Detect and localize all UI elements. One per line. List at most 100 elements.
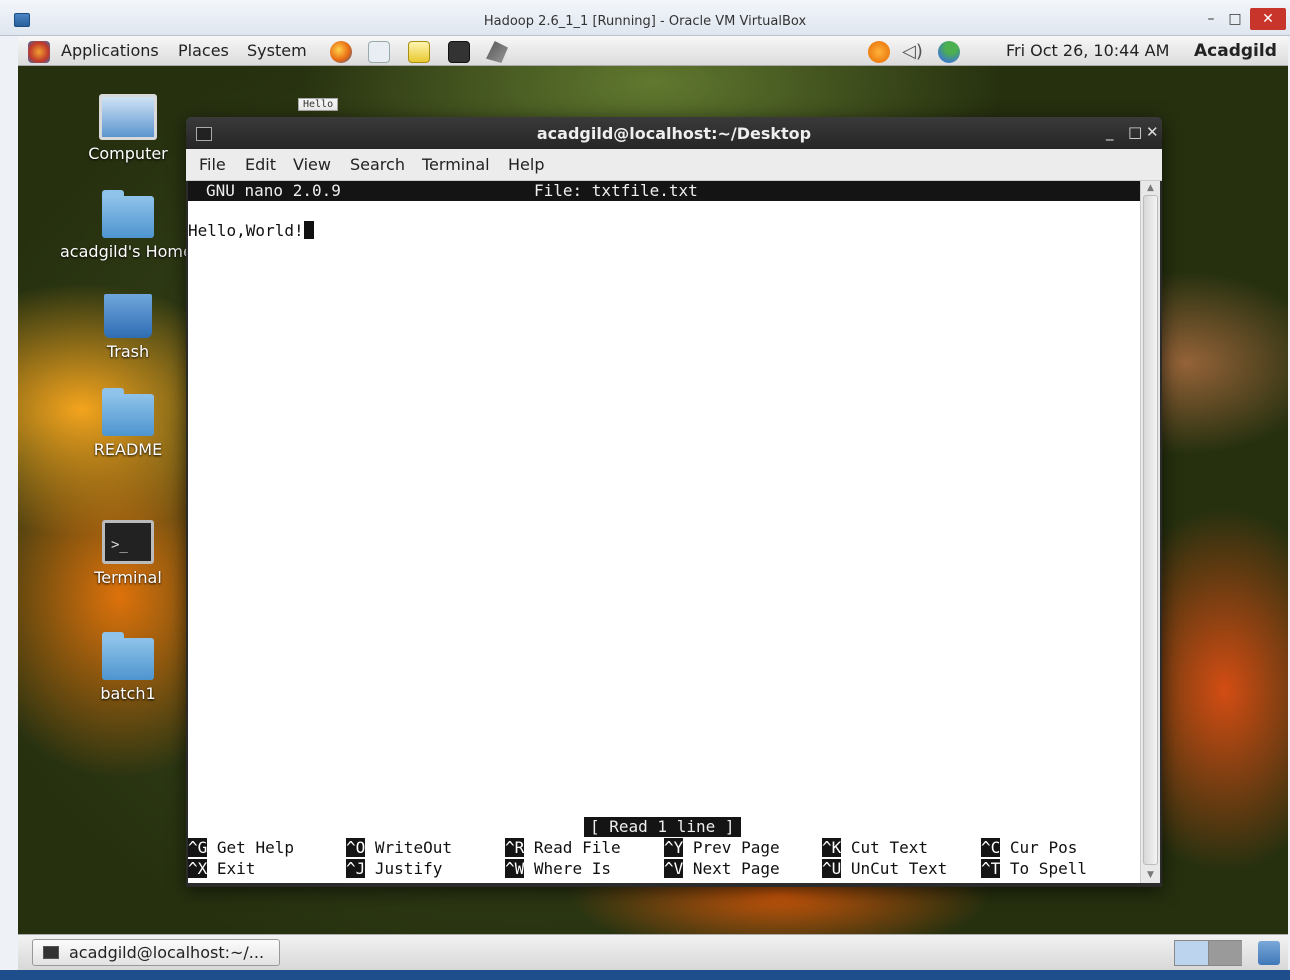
taskbar-button-label: acadgild@localhost:~/... bbox=[69, 943, 265, 962]
terminal-menubar: File Edit View Search Terminal Help bbox=[186, 149, 1162, 181]
shortcut-key: ^O bbox=[346, 838, 366, 857]
shortcut-writeout: ^O WriteOut bbox=[346, 838, 452, 858]
desktop-icon-readme[interactable]: README bbox=[58, 388, 198, 459]
vbox-titlebar: Hadoop 2.6_1_1 [Running] - Oracle VM Vir… bbox=[0, 0, 1290, 36]
vbox-maximize-button[interactable]: □ bbox=[1222, 10, 1248, 30]
shortcut-key: ^T bbox=[981, 859, 1001, 878]
shortcut-label: UnCut Text bbox=[850, 859, 948, 878]
bottom-panel: acadgild@localhost:~/... bbox=[18, 934, 1288, 970]
menu-places[interactable]: Places bbox=[178, 41, 229, 60]
shortcut-key: ^W bbox=[505, 859, 525, 878]
desktop-icon-label: batch1 bbox=[100, 684, 156, 703]
vbox-left-border bbox=[0, 36, 18, 970]
home-folder-icon bbox=[102, 190, 154, 238]
shortcut-key: ^U bbox=[822, 859, 842, 878]
terminal-window: acadgild@localhost:~/Desktop _ □ ✕ File … bbox=[186, 117, 1162, 887]
shortcut-label: Where Is bbox=[533, 859, 611, 878]
desktop-mini-note[interactable]: Hello bbox=[298, 98, 339, 111]
shortcut-key: ^J bbox=[346, 859, 366, 878]
shortcut-label: To Spell bbox=[1009, 859, 1087, 878]
desktop-icon-label: Trash bbox=[106, 342, 150, 361]
desktop-icon-terminal[interactable]: >_ Terminal bbox=[58, 520, 198, 587]
desktop-icon-computer[interactable]: Computer bbox=[58, 94, 198, 163]
menu-applications[interactable]: Applications bbox=[61, 41, 159, 60]
terminal-titlebar[interactable]: acadgild@localhost:~/Desktop _ □ ✕ bbox=[186, 117, 1162, 149]
editor-text-line[interactable]: Hello,World! bbox=[188, 221, 314, 241]
panel-user-name[interactable]: Acadgild bbox=[1194, 41, 1277, 61]
terminal-menu-search[interactable]: Search bbox=[350, 155, 405, 174]
guest-desktop: Applications Places System ◁) Fri Oct 26… bbox=[18, 36, 1288, 970]
shortcut-read-file: ^R Read File bbox=[505, 838, 621, 858]
terminal-close-button[interactable]: ✕ bbox=[1146, 123, 1159, 141]
nano-file-name: File: txtfile.txt bbox=[534, 181, 698, 200]
terminal-task-icon bbox=[43, 946, 59, 959]
shortcut-where-is: ^W Where Is bbox=[505, 859, 611, 879]
desktop-icon-label: Terminal bbox=[94, 568, 162, 587]
shortcut-cur-pos: ^C Cur Pos bbox=[981, 838, 1077, 858]
nano-version: GNU nano 2.0.9 bbox=[206, 181, 341, 200]
shortcut-label: Next Page bbox=[692, 859, 780, 878]
workspace-2[interactable] bbox=[1209, 941, 1242, 965]
shortcut-label: Exit bbox=[216, 859, 256, 878]
terminal-maximize-button[interactable]: □ bbox=[1128, 123, 1142, 141]
shortcut-cut-text: ^K Cut Text bbox=[822, 838, 928, 858]
trash-icon bbox=[104, 294, 152, 338]
vbox-minimize-button[interactable]: – bbox=[1198, 10, 1224, 30]
taskbar-terminal-button[interactable]: acadgild@localhost:~/... bbox=[32, 939, 280, 966]
dolphin-icon[interactable] bbox=[486, 41, 508, 63]
shortcut-label: Prev Page bbox=[692, 838, 780, 857]
terminal-menu-file[interactable]: File bbox=[199, 155, 226, 174]
terminal-scrollbar[interactable]: ▲ ▼ bbox=[1140, 181, 1160, 883]
terminal-menu-edit[interactable]: Edit bbox=[245, 155, 276, 174]
desktop-icon-batch1[interactable]: batch1 bbox=[58, 632, 198, 703]
shortcut-label: Cut Text bbox=[850, 838, 928, 857]
shortcut-label: Justify bbox=[374, 859, 443, 878]
shortcut-exit: ^X Exit bbox=[188, 859, 255, 879]
shortcut-key: ^V bbox=[664, 859, 684, 878]
desktop-icon-home[interactable]: acadgild's Home bbox=[58, 190, 198, 261]
shortcut-label: Cur Pos bbox=[1009, 838, 1078, 857]
applications-menu-icon bbox=[28, 41, 50, 63]
workspace-1[interactable] bbox=[1175, 941, 1209, 965]
vbox-window-title: Hadoop 2.6_1_1 [Running] - Oracle VM Vir… bbox=[483, 14, 807, 29]
network-icon[interactable] bbox=[938, 41, 960, 63]
desktop-icon-trash[interactable]: Trash bbox=[58, 294, 198, 361]
desktop-icon-label: acadgild's Home bbox=[60, 242, 190, 261]
volume-icon[interactable]: ◁) bbox=[902, 41, 924, 63]
editor-text: Hello,World! bbox=[188, 221, 304, 240]
text-editor-icon[interactable] bbox=[408, 41, 430, 63]
update-notifier-icon[interactable] bbox=[868, 41, 890, 63]
shortcut-justify: ^J Justify bbox=[346, 859, 442, 879]
folder-icon bbox=[102, 388, 154, 436]
firefox-icon[interactable] bbox=[330, 41, 352, 63]
shortcut-get-help: ^G Get Help bbox=[188, 838, 294, 858]
terminal-menu-view[interactable]: View bbox=[293, 155, 331, 174]
terminal-content[interactable]: GNU nano 2.0.9 File: txtfile.txt Hello,W… bbox=[188, 181, 1140, 883]
shortcut-key: ^C bbox=[981, 838, 1001, 857]
shortcut-key: ^R bbox=[505, 838, 525, 857]
shortcut-next-page: ^V Next Page bbox=[664, 859, 780, 879]
workspace-switcher[interactable] bbox=[1174, 940, 1242, 966]
text-cursor bbox=[303, 221, 314, 239]
terminal-launcher-icon[interactable] bbox=[448, 41, 470, 63]
mail-icon[interactable] bbox=[368, 41, 390, 63]
scrollbar-thumb[interactable] bbox=[1143, 195, 1158, 865]
panel-clock[interactable]: Fri Oct 26, 10:44 AM bbox=[1006, 41, 1169, 60]
shortcut-key: ^G bbox=[188, 838, 208, 857]
folder-icon bbox=[102, 632, 154, 680]
shortcut-to-spell: ^T To Spell bbox=[981, 859, 1087, 879]
vbox-close-button[interactable]: ✕ bbox=[1250, 8, 1286, 30]
terminal-minimize-button[interactable]: _ bbox=[1106, 123, 1114, 141]
scroll-up-arrow[interactable]: ▲ bbox=[1143, 182, 1158, 194]
terminal-menu-terminal[interactable]: Terminal bbox=[422, 155, 490, 174]
host-taskbar bbox=[0, 970, 1290, 980]
shortcut-label: Read File bbox=[533, 838, 621, 857]
terminal-menu-help[interactable]: Help bbox=[508, 155, 544, 174]
shortcut-label: WriteOut bbox=[374, 838, 452, 857]
shortcut-prev-page: ^Y Prev Page bbox=[664, 838, 780, 858]
menu-system[interactable]: System bbox=[247, 41, 307, 60]
desktop-icon-label: README bbox=[93, 440, 163, 459]
nano-header-bar: GNU nano 2.0.9 File: txtfile.txt bbox=[188, 181, 1140, 201]
scroll-down-arrow[interactable]: ▼ bbox=[1143, 869, 1158, 881]
panel-trash-icon[interactable] bbox=[1258, 941, 1280, 965]
